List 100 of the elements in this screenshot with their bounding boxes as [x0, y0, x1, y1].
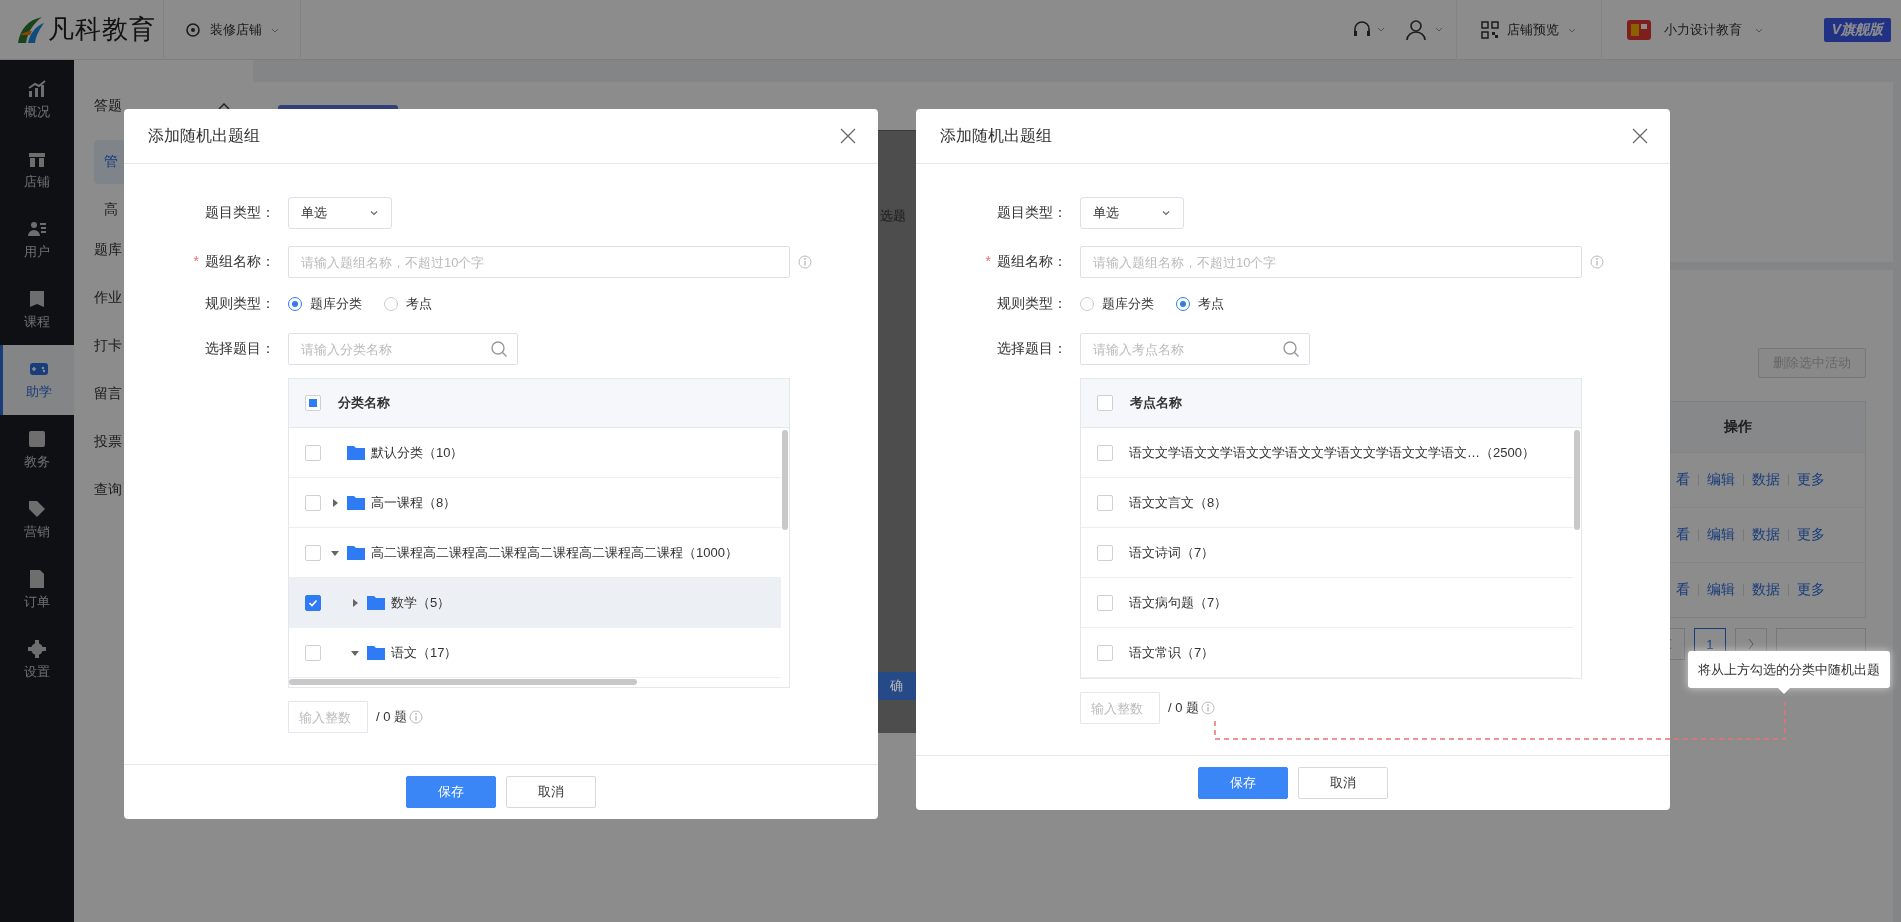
select-all-checkbox[interactable] — [305, 395, 321, 411]
question-type-select[interactable]: 单选 — [288, 197, 392, 229]
field-label: 规则类型： — [204, 295, 275, 313]
tree-row[interactable]: 默认分类（10） — [289, 428, 781, 478]
account-logo-icon — [1625, 17, 1652, 42]
scrollbar[interactable] — [1574, 430, 1580, 530]
action-link[interactable]: 看 — [1676, 581, 1690, 599]
checkbox[interactable] — [305, 594, 321, 611]
field-label: 题目类型： — [996, 204, 1067, 222]
sidebar-item[interactable]: 订单 — [0, 555, 74, 625]
scrollbar[interactable] — [289, 679, 637, 685]
column-header: 操作 — [1724, 418, 1752, 436]
sidebar-item[interactable]: 助学 — [0, 345, 74, 415]
tree-row[interactable]: 数学（5） — [289, 578, 781, 628]
action-link[interactable]: 看 — [1676, 526, 1690, 544]
document-icon — [27, 569, 47, 589]
knowledge-point-name: 语文病句题（7） — [1129, 593, 1228, 612]
action-link[interactable]: 看 — [1676, 471, 1690, 489]
table-row[interactable]: 语文诗词（7） — [1081, 528, 1573, 578]
field-label: 选择题目： — [204, 340, 275, 358]
action-link[interactable]: 更多 — [1797, 471, 1825, 489]
table-row[interactable]: 语文文学语文文学语文文学语文文学语文文学语文文学语文…（2500） — [1081, 428, 1573, 478]
field-label: 题目类型： — [204, 204, 275, 222]
sidebar-item[interactable]: 营销 — [0, 485, 74, 555]
action-link[interactable]: 数据 — [1752, 526, 1780, 544]
count-field[interactable]: 输入整数 — [1080, 692, 1160, 724]
close-icon[interactable] — [840, 128, 856, 144]
shop-preview-menu[interactable]: 店铺预览 — [1455, 0, 1601, 60]
knowledge-point-name: 语文诗词（7） — [1129, 543, 1215, 562]
info-icon — [798, 255, 812, 269]
sidebar-item[interactable]: 设置 — [0, 625, 74, 695]
book-icon — [27, 289, 47, 309]
dialog-title: 添加随机出题组 — [148, 125, 260, 146]
category-name: 高二课程高二课程高二课程高二课程高二课程高二课程（1000） — [371, 543, 738, 562]
caret-icon — [1161, 208, 1171, 218]
category-name: 语文（17） — [391, 643, 458, 662]
search-icon — [1282, 340, 1300, 358]
account-menu[interactable]: 小力设计教育 — [1600, 0, 1824, 60]
field-label: 题组名称： — [997, 253, 1067, 271]
category-name: 高一课程（8） — [371, 493, 457, 512]
select-all-checkbox[interactable] — [1097, 395, 1113, 411]
close-icon[interactable] — [1632, 128, 1648, 144]
required-mark: * — [193, 253, 199, 271]
table-row[interactable]: 语文常识（7） — [1081, 628, 1573, 678]
rule-type-radio[interactable]: 考点 — [1176, 295, 1224, 313]
cancel-button[interactable]: 取消 — [506, 776, 596, 808]
folder-icon — [347, 495, 365, 510]
folder-icon — [367, 595, 385, 610]
table-row[interactable]: 语文病句题（7） — [1081, 578, 1573, 628]
knowledge-point-name: 语文常识（7） — [1129, 643, 1215, 662]
rule-type-radio[interactable]: 考点 — [384, 295, 432, 313]
info-icon — [1201, 701, 1216, 715]
logo-text: 凡科教育 — [48, 13, 156, 46]
users-icon — [27, 219, 47, 239]
folder-icon — [367, 645, 385, 660]
sidebar-item[interactable]: 概况 — [0, 65, 74, 135]
target-icon — [184, 20, 202, 39]
action-link[interactable]: 更多 — [1797, 581, 1825, 599]
required-mark: * — [985, 253, 991, 271]
save-button[interactable]: 保存 — [1198, 767, 1288, 799]
action-link[interactable]: 编辑 — [1707, 526, 1735, 544]
box-icon — [27, 429, 47, 449]
count-field[interactable]: 输入整数 — [288, 701, 368, 733]
dialog-title: 添加随机出题组 — [940, 125, 1052, 146]
knowledge-point-name: 语文文言文（8） — [1129, 493, 1228, 512]
rule-type-radio[interactable]: 题库分类 — [1080, 295, 1154, 313]
sidebar-item[interactable]: 店铺 — [0, 135, 74, 205]
question-count: / 0 题 — [1168, 699, 1200, 717]
scrollbar[interactable] — [782, 430, 788, 530]
question-type-select[interactable]: 单选 — [1080, 197, 1184, 229]
sidebar-item[interactable]: 用户 — [0, 205, 74, 275]
group-name-field[interactable]: 请输入题组名称，不超过10个字 — [288, 246, 790, 278]
category-name: 数学（5） — [391, 593, 451, 612]
shop-decor-menu[interactable]: 装修店铺 — [164, 0, 301, 60]
search-field[interactable]: 请输入考点名称 — [1080, 333, 1310, 365]
search-icon — [490, 340, 508, 358]
sidebar-item[interactable]: 教务 — [0, 415, 74, 485]
group-name-field[interactable]: 请输入题组名称，不超过10个字 — [1080, 246, 1582, 278]
action-link[interactable]: 编辑 — [1707, 471, 1735, 489]
check-icon — [308, 597, 318, 608]
info-icon — [1590, 255, 1604, 269]
question-count: / 0 题 — [376, 708, 408, 726]
rule-type-radio[interactable]: 题库分类 — [288, 295, 362, 313]
save-button[interactable]: 保存 — [406, 776, 496, 808]
field-label: 规则类型： — [996, 295, 1067, 313]
action-link[interactable]: 更多 — [1797, 526, 1825, 544]
search-field[interactable]: 请输入分类名称 — [288, 333, 518, 365]
cancel-button[interactable]: 取消 — [1298, 767, 1388, 799]
action-link[interactable]: 数据 — [1752, 471, 1780, 489]
table-row[interactable]: 语文文言文（8） — [1081, 478, 1573, 528]
field-label: 题组名称： — [205, 253, 275, 271]
chart-icon — [27, 79, 47, 99]
field-label: 选择题目： — [996, 340, 1067, 358]
edition-badge: V旗舰版 — [1823, 17, 1891, 42]
action-link[interactable]: 数据 — [1752, 581, 1780, 599]
sidebar-item[interactable]: 课程 — [0, 275, 74, 345]
column-header: 考点名称 — [1130, 394, 1182, 412]
action-link[interactable]: 编辑 — [1707, 581, 1735, 599]
chevron-right-icon — [1746, 638, 1755, 650]
column-header: 分类名称 — [338, 394, 390, 412]
